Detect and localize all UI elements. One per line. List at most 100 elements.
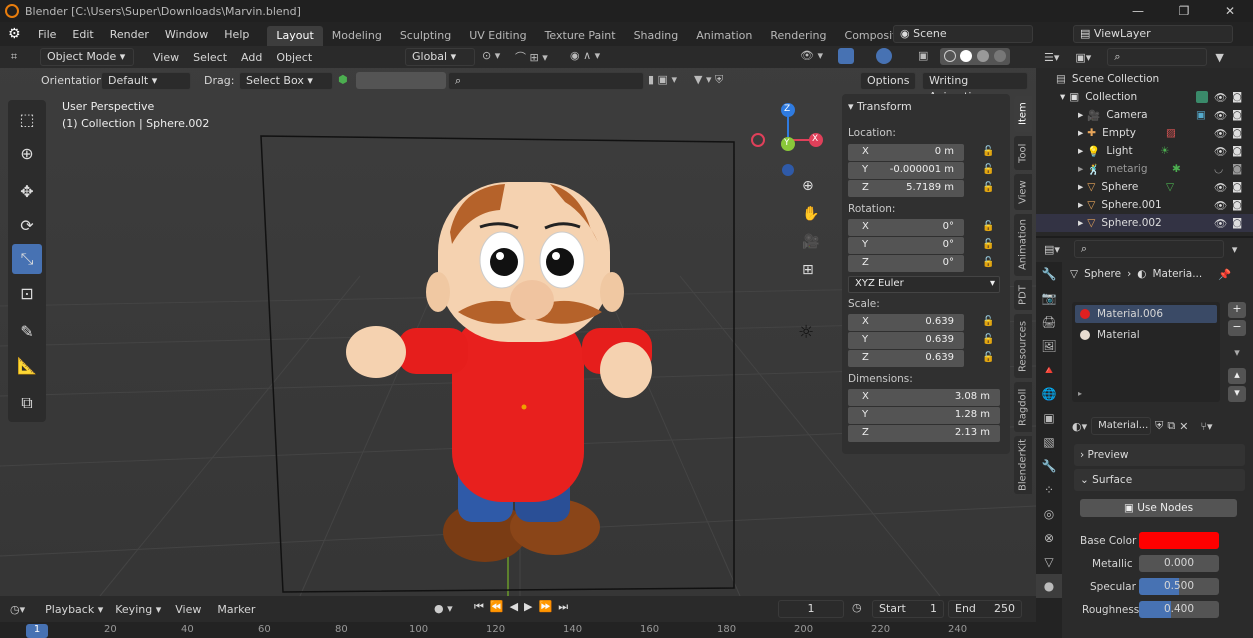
rotation-mode-dropdown[interactable]: XYZ Euler ▾ xyxy=(848,276,1000,293)
outliner-item-sphere[interactable]: ▸ ▽ Sphere ▽ 👁 ◙ xyxy=(1036,178,1253,196)
properties-search-input[interactable]: ⌕ xyxy=(1073,240,1224,258)
tab-ragdoll[interactable]: Ragdoll xyxy=(1014,382,1032,432)
scene-collection-row[interactable]: ▤ Scene Collection xyxy=(1036,70,1253,88)
blender-menu-icon[interactable]: ⚙ xyxy=(8,26,30,42)
dimensions-x-field[interactable]: X 3.08 m xyxy=(848,389,1000,406)
lock-icon[interactable]: 🔓 xyxy=(982,221,994,232)
node-tree-icon[interactable]: ⑂▾ xyxy=(1200,420,1212,433)
display-mode-icon[interactable]: ▣▾ xyxy=(1075,51,1091,64)
mode-selector[interactable]: Object Mode ▾ xyxy=(40,48,134,66)
menu-timeline-view[interactable]: View xyxy=(167,603,209,616)
camera-render-icon[interactable]: ◙ xyxy=(1232,217,1242,229)
tab-pdt[interactable]: PDT xyxy=(1014,280,1032,310)
physics-tab-icon[interactable]: ◎ xyxy=(1036,502,1062,526)
rotation-z-field[interactable]: Z 0° xyxy=(848,255,964,272)
select-box-tool-icon[interactable]: ⬚ xyxy=(12,104,42,134)
modifier-tab-icon[interactable]: 🔧 xyxy=(1036,454,1062,478)
scale-x-field[interactable]: X 0.639 xyxy=(848,314,964,331)
keying-search-input[interactable]: ⌕ xyxy=(448,72,644,90)
pivot-icon[interactable]: ⊙ ▾ xyxy=(482,49,500,62)
camera-render-icon[interactable]: ◙ xyxy=(1232,163,1242,175)
navigation-gizmo[interactable]: Z X Y xyxy=(750,102,830,182)
writing-animation-dropdown[interactable]: Writing Animation ▾ xyxy=(922,72,1028,103)
lock-icon[interactable]: 🔓 xyxy=(982,239,994,250)
eye-icon[interactable]: 👁 xyxy=(1214,145,1227,158)
chevron-down-icon[interactable]: ▾ xyxy=(1232,243,1238,256)
tool-tab-icon[interactable]: 🔧 xyxy=(1036,262,1062,286)
outliner-editor-icon[interactable]: ☰▾ xyxy=(1044,51,1059,64)
tab-rendering[interactable]: Rendering xyxy=(761,26,835,46)
zoom-icon[interactable]: ⊕ xyxy=(802,178,824,206)
output-tab-icon[interactable]: 🖨 xyxy=(1036,310,1062,334)
camera-render-icon[interactable]: ◙ xyxy=(1232,181,1242,193)
exclude-checkbox[interactable] xyxy=(1196,91,1208,103)
expand-icon[interactable]: ▸ xyxy=(1078,145,1083,157)
filter-icon[interactable]: ▼ xyxy=(1215,51,1223,64)
frame-ruler[interactable]: 1 20 40 60 80 100 120 140 160 180 200 22… xyxy=(0,622,1036,638)
outliner-item-metarig[interactable]: ▸ 🕺 metarig ✱ ◡ ◙ xyxy=(1036,160,1253,178)
duplicate-icon[interactable]: ⧉ xyxy=(1167,419,1175,433)
options-dropdown[interactable]: Options ▾ xyxy=(860,72,916,103)
menu-add[interactable]: Add xyxy=(234,51,269,64)
collection-tab-icon[interactable]: ▣ xyxy=(1036,406,1062,430)
menu-playback[interactable]: Playback ▾ xyxy=(39,603,109,616)
material-tab-icon[interactable]: ● xyxy=(1036,574,1062,598)
expand-icon[interactable]: ▸ xyxy=(1078,181,1083,193)
expand-icon[interactable]: ▸ xyxy=(1078,127,1083,139)
world-tab-icon[interactable]: 🌐 xyxy=(1036,382,1062,406)
camera-render-icon[interactable]: ◙ xyxy=(1232,91,1242,103)
metallic-slider[interactable]: 0.000 xyxy=(1139,555,1219,572)
location-y-field[interactable]: Y -0.000001 m xyxy=(848,162,964,179)
rotation-y-field[interactable]: Y 0° xyxy=(848,237,964,254)
move-up-button[interactable]: ▴ xyxy=(1228,368,1246,384)
pin-icon[interactable]: 📌 xyxy=(1218,268,1231,281)
start-frame-field[interactable]: Start 1 xyxy=(872,600,944,618)
slot-material-006[interactable]: Material.006 xyxy=(1075,305,1217,323)
editor-type-icon[interactable]: ⌗ xyxy=(0,50,28,64)
add-slot-button[interactable]: + xyxy=(1228,302,1246,318)
tab-blenderkit[interactable]: BlenderKit xyxy=(1014,436,1032,494)
menu-render[interactable]: Render xyxy=(102,28,157,41)
eye-icon[interactable]: 👁 xyxy=(1214,127,1227,140)
menu-file[interactable]: File xyxy=(30,28,64,41)
lock-icon[interactable]: 🔓 xyxy=(982,257,994,268)
light-object-icon[interactable]: ☼ xyxy=(798,322,814,343)
surface-panel-header[interactable]: ⌄ Surface xyxy=(1074,469,1245,491)
rendered-shading-icon[interactable] xyxy=(994,50,1006,62)
lock-icon[interactable]: 🔓 xyxy=(982,352,994,363)
scale-tool-icon[interactable]: ⤡ xyxy=(12,244,42,274)
pan-hand-icon[interactable]: ✋ xyxy=(802,206,824,234)
gizmo-toggle-icon[interactable] xyxy=(838,48,854,64)
expand-icon[interactable]: ▾ xyxy=(1060,91,1065,103)
record-icon[interactable]: ● ▾ xyxy=(434,602,453,615)
mesh-data-icon[interactable]: ▽ xyxy=(1166,181,1174,193)
slot-material[interactable]: Material xyxy=(1075,326,1217,344)
camera-render-icon[interactable]: ◙ xyxy=(1232,109,1242,121)
end-frame-field[interactable]: End 250 xyxy=(948,600,1022,618)
outliner-item-light[interactable]: ▸ 💡 Light ☀ 👁 ◙ xyxy=(1036,142,1253,160)
outliner-search-input[interactable]: ⌕ xyxy=(1107,48,1208,66)
tab-sculpting[interactable]: Sculpting xyxy=(391,26,460,46)
tab-shading[interactable]: Shading xyxy=(625,26,688,46)
material-name-field[interactable]: Material... xyxy=(1091,417,1152,435)
expand-icon[interactable]: ▸ xyxy=(1078,217,1083,229)
location-x-field[interactable]: X 0 m xyxy=(848,144,964,161)
eye-icon[interactable]: 👁 xyxy=(1214,109,1227,122)
tab-texture-paint[interactable]: Texture Paint xyxy=(536,26,625,46)
visibility-icon[interactable]: 👁 ▾ xyxy=(800,49,823,62)
lock-icon[interactable]: 🔓 xyxy=(982,182,994,193)
playback-controls[interactable]: ⏮⏪◀▶⏩⏭ xyxy=(474,600,574,614)
menu-edit[interactable]: Edit xyxy=(64,28,101,41)
properties-editor-icon[interactable]: ▤▾ xyxy=(1044,243,1060,256)
material-shading-icon[interactable] xyxy=(977,50,989,62)
armature-data-icon[interactable]: ✱ xyxy=(1172,163,1181,175)
menu-select[interactable]: Select xyxy=(186,51,234,64)
expand-icon[interactable]: ▸ xyxy=(1078,199,1083,211)
camera-data-icon[interactable]: ▣ xyxy=(1196,109,1206,121)
camera-render-icon[interactable]: ◙ xyxy=(1232,127,1242,139)
data-tab-icon[interactable]: ▽ xyxy=(1036,550,1062,574)
view-layer-tab-icon[interactable]: 🖼 xyxy=(1036,334,1062,358)
transform-title[interactable]: ▾ Transform xyxy=(848,100,912,113)
eye-icon[interactable]: 👁 xyxy=(1214,217,1227,230)
eye-icon[interactable]: 👁 xyxy=(1214,199,1227,212)
